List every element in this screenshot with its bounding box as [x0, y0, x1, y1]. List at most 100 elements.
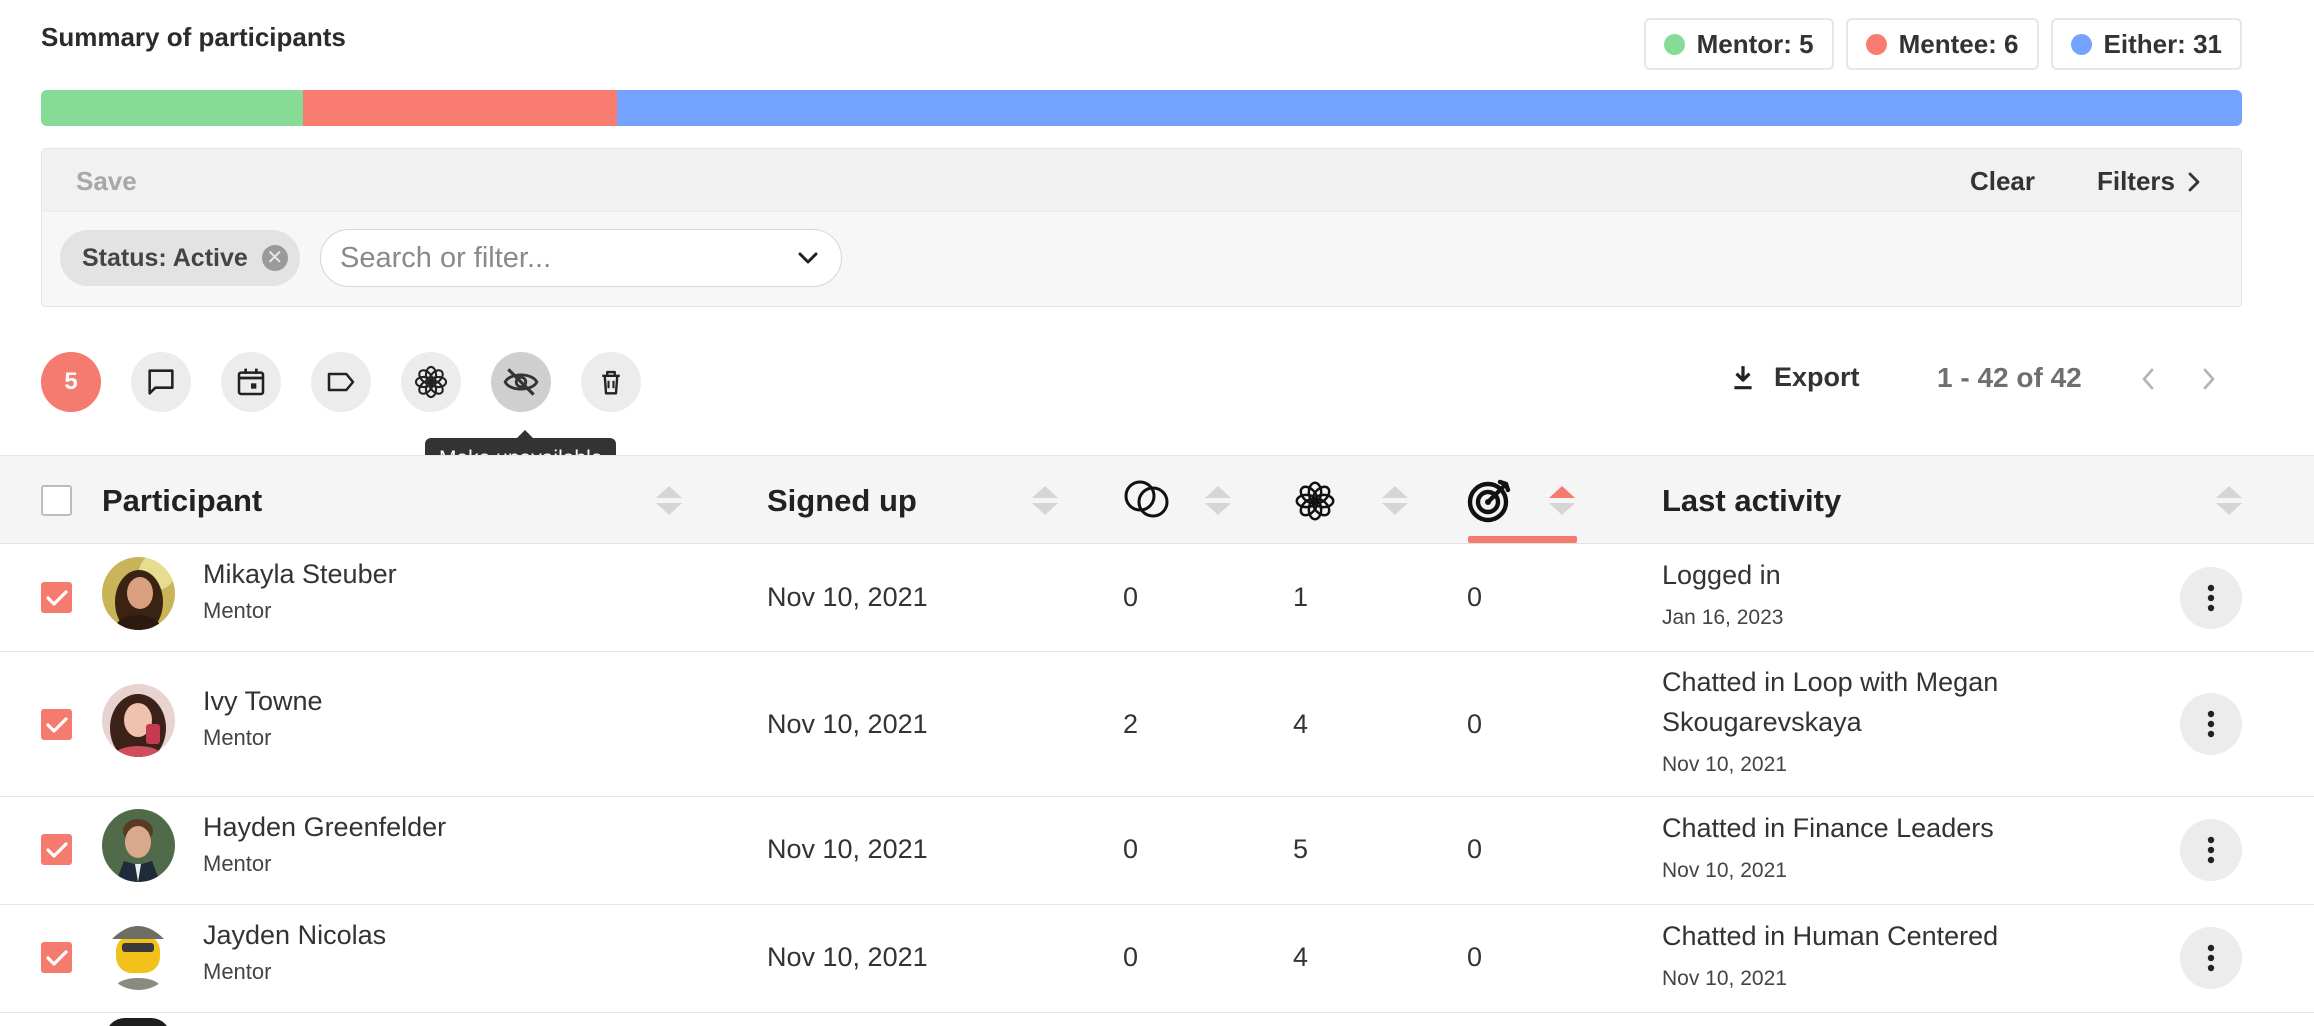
last-activity-header[interactable]: Last activity [1662, 483, 1841, 519]
filter-panel-header: Save Clear Filters [42, 149, 2241, 212]
avatar[interactable] [102, 557, 175, 630]
table-row[interactable]: Jayden Nicolas Mentor Nov 10, 2021 0 4 0… [0, 905, 2314, 1013]
avatar[interactable] [102, 917, 175, 990]
row-checkbox[interactable] [41, 942, 72, 973]
export-button[interactable]: Export [1730, 362, 1860, 393]
signed-up-sort-icon[interactable] [1032, 486, 1058, 516]
groups-count: 4 [1293, 942, 1309, 972]
groups-sort-icon[interactable] [1382, 486, 1408, 516]
delete-button[interactable] [581, 352, 641, 412]
signed-up-date: Nov 10, 2021 [767, 942, 928, 972]
export-label: Export [1774, 362, 1860, 392]
avatar[interactable] [102, 684, 175, 757]
status-filter-label: Status: Active [82, 243, 248, 272]
groups-count: 4 [1293, 709, 1309, 739]
groups-count: 1 [1293, 582, 1309, 612]
participant-role: Mentor [203, 959, 272, 984]
distribution-segment-either [617, 90, 2242, 126]
goals-count: 0 [1467, 709, 1483, 739]
signed-up-date: Nov 10, 2021 [767, 582, 928, 612]
chevron-down-icon[interactable] [797, 251, 819, 265]
signed-up-header[interactable]: Signed up [767, 483, 917, 519]
summary-legend: Mentor: 5 Mentee: 6 Either: 31 [1643, 18, 2242, 70]
participant-name[interactable]: Mikayla Steuber [203, 559, 397, 590]
last-activity-text: Chatted in Loop with Megan Skougarevskay… [1662, 667, 1999, 737]
select-all-checkbox[interactable] [41, 485, 72, 516]
avatar [105, 1018, 171, 1026]
mentee-dot-icon [1865, 33, 1887, 55]
last-activity-date: Jan 16, 2023 [1662, 606, 1784, 629]
make-unavailable-button[interactable] [491, 352, 551, 412]
selected-count-badge: 5 [41, 352, 101, 412]
participant-role: Mentor [203, 725, 272, 750]
legend-mentee: Mentee: 6 [1845, 18, 2039, 70]
search-filter-box[interactable] [320, 229, 842, 287]
table-row[interactable]: Hayden Greenfelder Mentor Nov 10, 2021 0… [0, 797, 2314, 905]
search-input[interactable] [340, 241, 760, 275]
loops-count: 0 [1123, 834, 1139, 864]
flower-icon[interactable] [1292, 478, 1338, 524]
legend-either: Either: 31 [2050, 18, 2242, 70]
row-more-button[interactable] [2180, 693, 2242, 755]
message-button[interactable] [131, 352, 191, 412]
loops-sort-icon[interactable] [1205, 486, 1231, 516]
chat-icon [148, 369, 174, 395]
chevron-right-icon [2188, 172, 2200, 191]
checkmark-icon [45, 949, 68, 966]
row-checkbox[interactable] [41, 834, 72, 865]
schedule-button[interactable] [221, 352, 281, 412]
row-more-button[interactable] [2180, 567, 2242, 629]
participant-role: Mentor [203, 851, 272, 876]
loops-count: 0 [1123, 582, 1139, 612]
last-activity-date: Nov 10, 2021 [1662, 967, 1787, 990]
table-header: Participant Signed up Last activity [0, 455, 2314, 544]
filters-button[interactable]: Filters [2097, 166, 2201, 197]
distribution-segment-mentee [303, 90, 618, 126]
signed-up-date: Nov 10, 2021 [767, 834, 928, 864]
checkmark-icon [45, 716, 68, 733]
goals-count: 0 [1467, 834, 1483, 864]
save-button[interactable]: Save [76, 166, 137, 197]
checkmark-icon [45, 589, 68, 606]
participant-name[interactable]: Jayden Nicolas [203, 920, 386, 951]
participant-name[interactable]: Hayden Greenfelder [203, 812, 446, 843]
trash-icon [602, 370, 620, 395]
table-row[interactable]: Mikayla Steuber Mentor Nov 10, 2021 0 1 … [0, 544, 2314, 652]
legend-label: Mentor: 5 [1696, 28, 1814, 59]
filters-label: Filters [2096, 166, 2175, 196]
groups-count: 5 [1293, 834, 1309, 864]
add-to-group-button[interactable] [401, 352, 461, 412]
goals-sort-icon[interactable] [1549, 486, 1575, 516]
tag-icon [327, 372, 355, 392]
clear-button[interactable]: Clear [1970, 166, 2035, 197]
tag-button[interactable] [311, 352, 371, 412]
target-icon[interactable] [1466, 476, 1514, 524]
last-activity-text: Chatted in Human Centered [1662, 921, 1999, 951]
legend-mentor: Mentor: 5 [1643, 18, 1834, 70]
last-activity-sort-icon[interactable] [2216, 486, 2242, 516]
remove-filter-icon[interactable]: ✕ [261, 245, 288, 271]
more-vertical-icon [2207, 584, 2215, 612]
active-sort-indicator [1468, 536, 1577, 543]
last-activity-date: Nov 10, 2021 [1662, 753, 1787, 776]
last-activity-text: Logged in [1662, 560, 1781, 590]
legend-label: Mentee: 6 [1898, 28, 2019, 59]
participant-header[interactable]: Participant [102, 483, 262, 519]
previous-page-icon[interactable] [2140, 366, 2156, 392]
row-more-button[interactable] [2180, 819, 2242, 881]
participant-sort-icon[interactable] [656, 486, 682, 516]
avatar[interactable] [102, 809, 175, 882]
checkmark-icon [45, 841, 68, 858]
download-icon [1734, 365, 1752, 389]
row-more-button[interactable] [2180, 927, 2242, 989]
participant-role: Mentor [203, 598, 272, 623]
table-row[interactable]: Ivy Towne Mentor Nov 10, 2021 2 4 0 Chat… [0, 652, 2314, 797]
row-checkbox[interactable] [41, 582, 72, 613]
pagination-text: 1 - 42 of 42 [1937, 362, 2082, 393]
status-filter-chip[interactable]: Status: Active ✕ [60, 230, 300, 286]
loops-icon[interactable] [1121, 476, 1173, 522]
last-activity-date: Nov 10, 2021 [1662, 859, 1787, 882]
next-page-icon[interactable] [2201, 366, 2217, 392]
participant-name[interactable]: Ivy Towne [203, 686, 323, 717]
row-checkbox[interactable] [41, 709, 72, 740]
